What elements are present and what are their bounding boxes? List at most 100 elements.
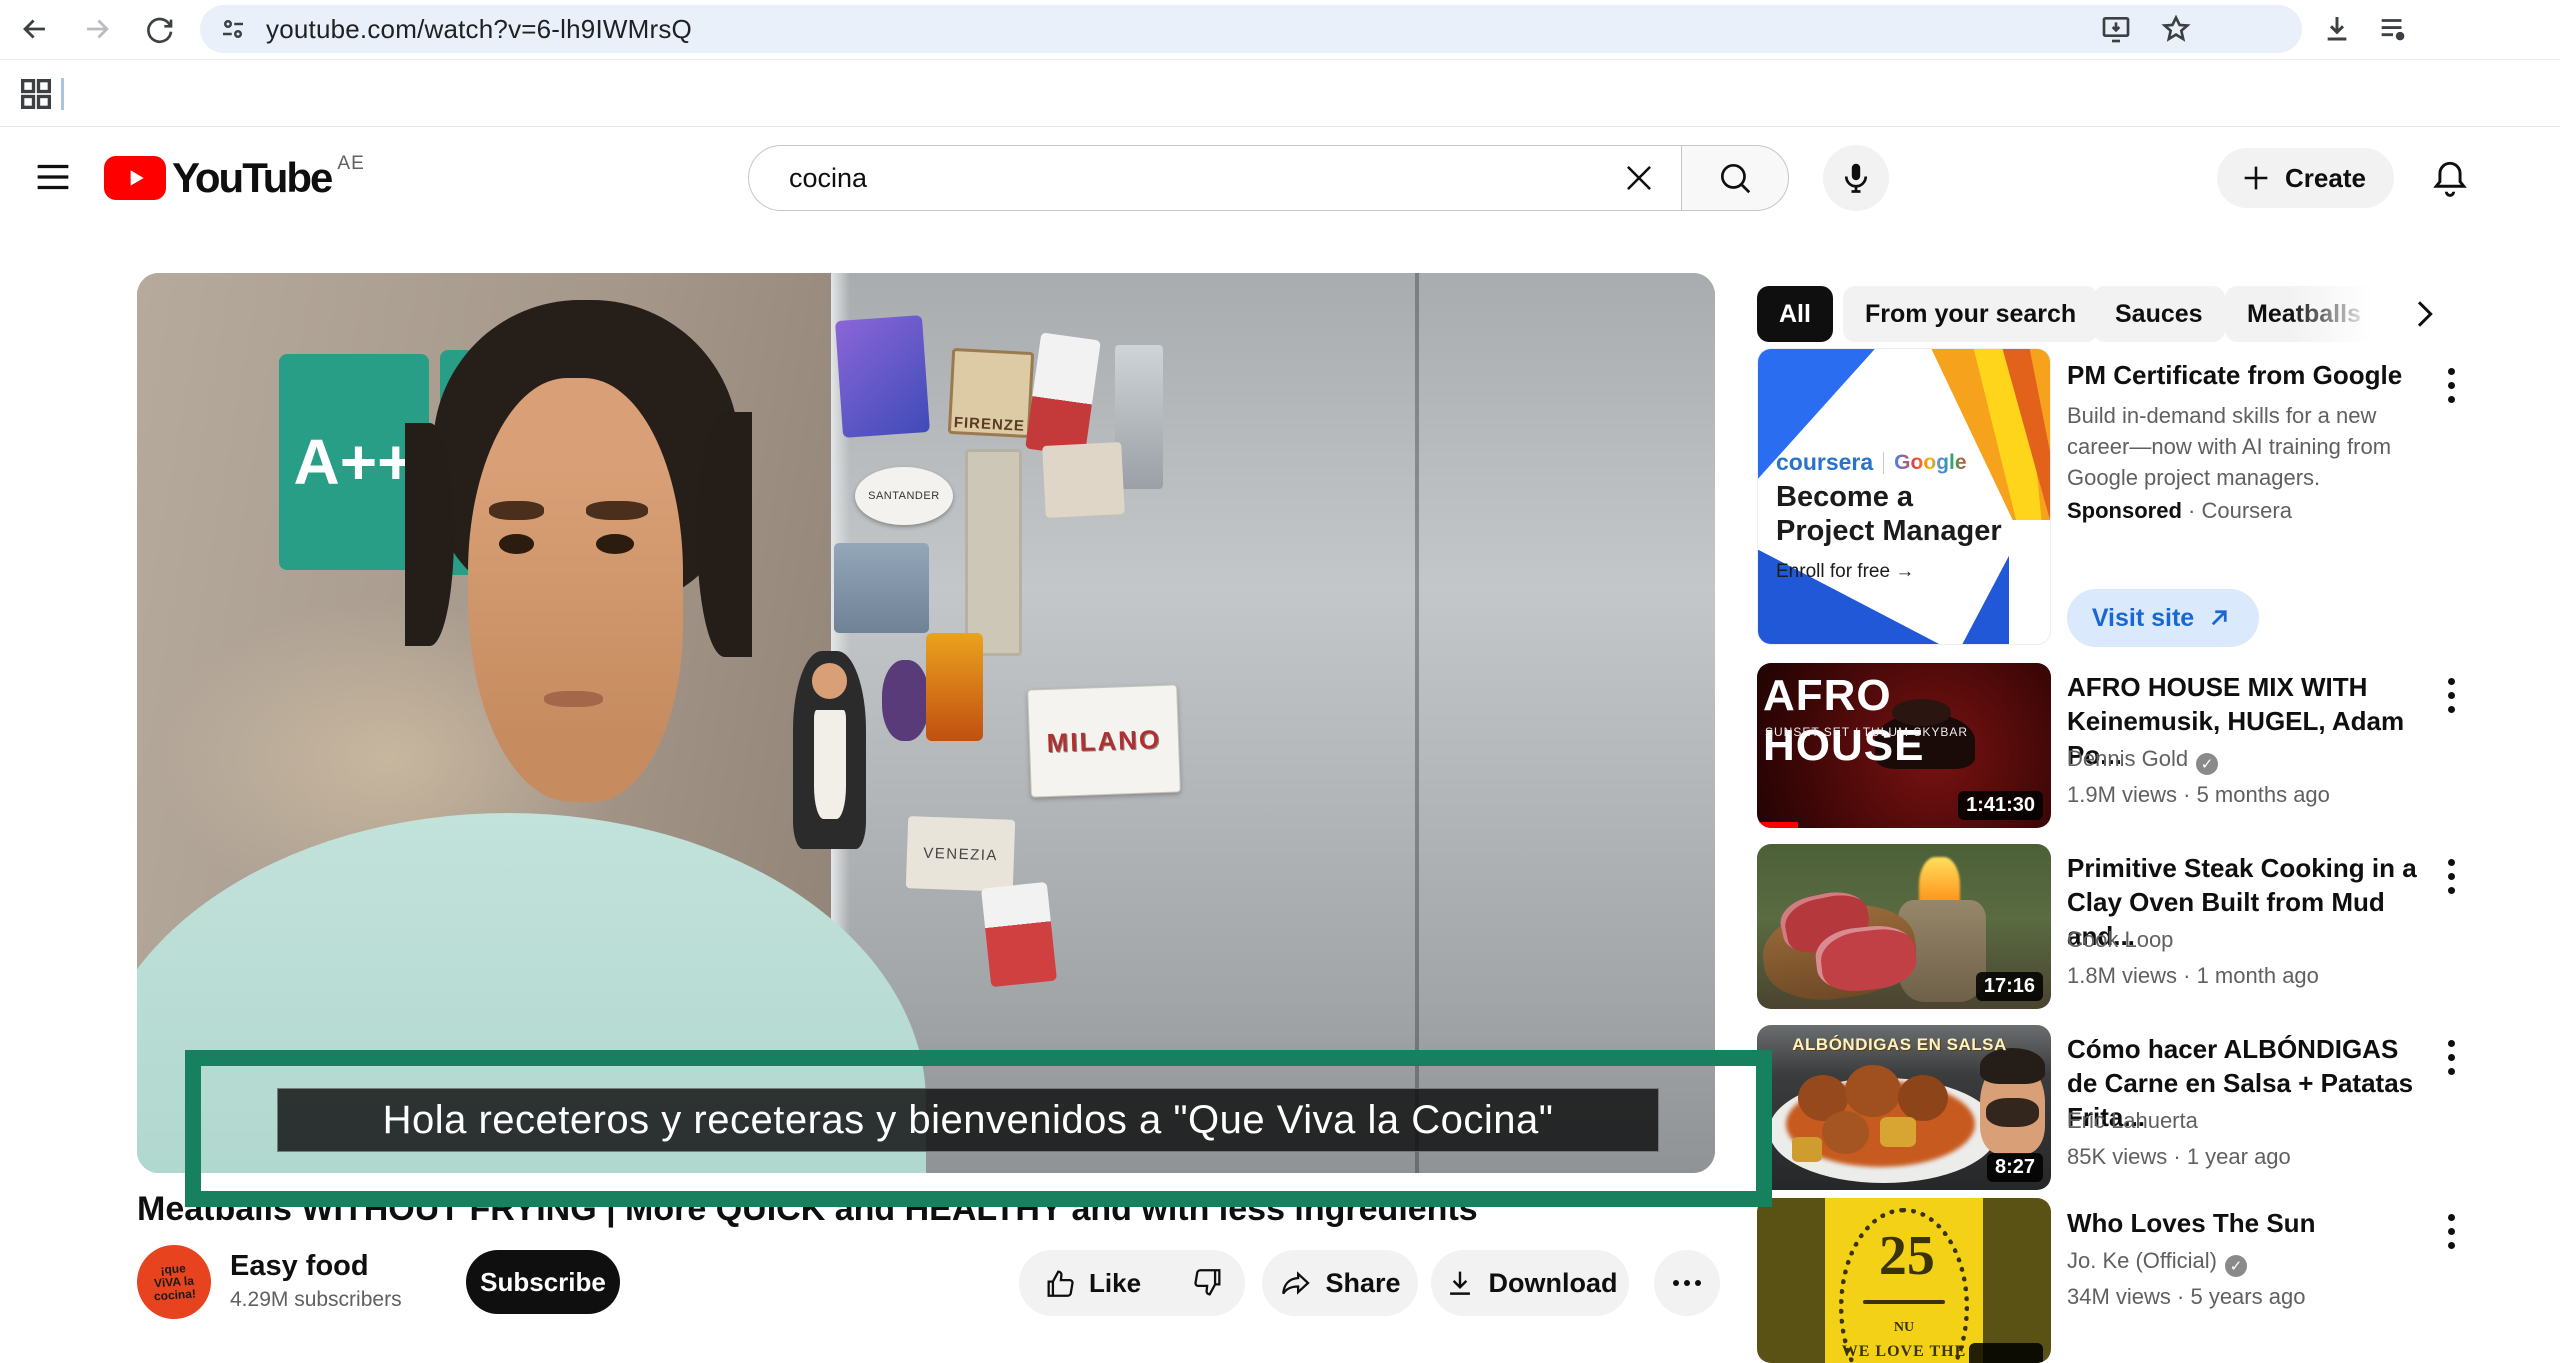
verified-badge-icon: ✓	[2196, 753, 2218, 775]
magnet-venezia: VENEZIA	[906, 816, 1016, 892]
duration-badge: 1:41:30	[1958, 791, 2043, 820]
search-input[interactable]: cocina	[748, 145, 1682, 211]
verified-badge-icon: ✓	[2225, 1255, 2247, 1277]
clear-search-icon[interactable]	[1620, 159, 1658, 197]
browser-toolbar: youtube.com/watch?v=6-lh9IWMrsQ	[0, 0, 2560, 59]
magnet-skyline	[834, 543, 929, 633]
chip-sauces[interactable]: Sauces	[2093, 286, 2225, 342]
reading-list-icon[interactable]	[2372, 8, 2414, 50]
youtube-header: YouTube AE cocina Create	[0, 128, 2560, 228]
video-player[interactable]: A++ Total No FIRENZE SANTANDER MILANO VE…	[137, 273, 1715, 1173]
ad-sponsored-line: Sponsored · Coursera	[2067, 498, 2292, 524]
suggested-meta-1: 1.9M views · 5 months ago	[2067, 782, 2330, 808]
suggested-channel-1[interactable]: Dennis Gold✓	[2067, 746, 2218, 772]
dislike-button[interactable]	[1165, 1250, 1251, 1316]
magnet-santander: SANTANDER	[855, 467, 953, 526]
suggested-thumbnail-2[interactable]: 17:16	[1757, 844, 2051, 1009]
ad-description: Build in-demand skills for a new career—…	[2067, 400, 2397, 493]
ad-headline-1: Become a	[1776, 481, 1913, 514]
suggested-meta-2: 1.8M views · 1 month ago	[2067, 963, 2319, 989]
watch-progress-bar	[1757, 822, 1798, 828]
like-button[interactable]: Like	[1019, 1250, 1165, 1316]
more-actions-button[interactable]	[1654, 1250, 1720, 1316]
magnet-roma	[1043, 442, 1126, 518]
suggested-thumbnail-1[interactable]: AFRO HOUSE SUNSET SET / TULUM SKYBAR 1:4…	[1757, 663, 2051, 828]
search-icon	[1716, 159, 1754, 197]
search-button[interactable]	[1681, 145, 1789, 211]
bookmarks-bar	[0, 59, 2560, 127]
youtube-logo[interactable]: YouTube AE	[104, 154, 365, 202]
downloads-icon[interactable]	[2316, 8, 2358, 50]
apps-grid-icon[interactable]	[16, 74, 56, 114]
forward-icon[interactable]	[76, 8, 118, 50]
suggested-thumbnail-3[interactable]: ALBÓNDIGAS EN SALSA 8:27	[1757, 1025, 2051, 1190]
share-icon	[1279, 1266, 1313, 1300]
site-settings-icon[interactable]	[218, 14, 248, 44]
chips-chevron-right-icon[interactable]	[2404, 294, 2444, 334]
suggested-meta-3: 85K views · 1 year ago	[2067, 1144, 2291, 1170]
ad-title[interactable]: PM Certificate from Google	[2067, 358, 2407, 392]
voice-search-button[interactable]	[1823, 145, 1889, 211]
hamburger-menu-icon[interactable]	[30, 154, 76, 200]
download-icon	[1443, 1266, 1477, 1300]
mic-icon	[1838, 160, 1874, 196]
suggested-kebab-3[interactable]	[2448, 1040, 2456, 1075]
duration-badge-cut	[1969, 1343, 2043, 1363]
suggested-channel-3[interactable]: Eric Lahuerta	[2067, 1108, 2198, 1134]
subscribe-button[interactable]: Subscribe	[466, 1250, 620, 1314]
suggested-channel-2[interactable]: Cook Loop	[2067, 927, 2173, 953]
ad-kebab-icon[interactable]	[2448, 368, 2456, 403]
plus-icon	[2239, 161, 2273, 195]
youtube-play-icon	[104, 156, 166, 200]
magnet-strip	[965, 449, 1022, 656]
url-text: youtube.com/watch?v=6-lh9IWMrsQ	[266, 14, 692, 45]
duration-badge: 8:27	[1987, 1153, 2043, 1182]
ad-thumbnail[interactable]: coursera Google Become a Project Manager…	[1757, 348, 2051, 645]
suggested-title-4[interactable]: Who Loves The Sun	[2067, 1206, 2417, 1240]
magnet-firenze: FIRENZE	[947, 347, 1033, 437]
suggested-kebab-2[interactable]	[2448, 859, 2456, 894]
suggested-channel-4[interactable]: Jo. Ke (Official)✓	[2067, 1248, 2247, 1274]
thumbs-down-icon	[1191, 1266, 1225, 1300]
bookmark-favicon-placeholder	[61, 78, 64, 110]
create-label: Create	[2285, 163, 2366, 194]
create-button[interactable]: Create	[2217, 148, 2394, 208]
annotation-highlight-box	[185, 1050, 1772, 1207]
like-dislike-group: Like	[1019, 1250, 1245, 1316]
suggested-kebab-1[interactable]	[2448, 678, 2456, 713]
bookmark-star-icon[interactable]	[2160, 13, 2192, 45]
channel-avatar[interactable]: ¡que ViVA la cocina!	[135, 1243, 214, 1322]
magnet-grapes	[882, 660, 929, 741]
magnet-utensil	[1115, 345, 1162, 489]
notifications-bell-icon[interactable]	[2428, 156, 2472, 200]
reload-icon[interactable]	[138, 8, 180, 50]
youtube-wordmark: YouTube	[172, 154, 331, 202]
channel-name[interactable]: Easy food	[230, 1250, 369, 1283]
chip-all[interactable]: All	[1757, 286, 1833, 342]
google-logo: Google	[1894, 451, 1966, 475]
search-query-text: cocina	[789, 163, 1620, 194]
fridge-seam	[1415, 273, 1419, 1173]
download-button[interactable]: Download	[1431, 1250, 1629, 1316]
person-head	[405, 300, 752, 858]
magnet-ship	[981, 882, 1057, 987]
ad-cta[interactable]: Enroll for free →	[1776, 561, 1914, 583]
coursera-logo: coursera	[1776, 449, 1873, 476]
channel-subscribers: 4.29M subscribers	[230, 1288, 402, 1312]
magnet-orange	[926, 633, 983, 741]
chip-from-your-search[interactable]: From your search	[1843, 286, 2098, 342]
visit-site-button[interactable]: Visit site	[2067, 589, 2259, 647]
suggested-thumbnail-4[interactable]: 25 NU WE LOVE THE SUN	[1757, 1198, 2051, 1363]
url-bar[interactable]: youtube.com/watch?v=6-lh9IWMrsQ	[200, 5, 2302, 53]
country-badge: AE	[337, 153, 364, 175]
back-icon[interactable]	[14, 8, 56, 50]
suggested-kebab-4[interactable]	[2448, 1214, 2456, 1249]
install-icon[interactable]	[2100, 13, 2132, 45]
external-arrow-icon	[2204, 603, 2234, 633]
thumbs-up-icon	[1043, 1266, 1077, 1300]
chips-fade	[2290, 284, 2400, 344]
share-button[interactable]: Share	[1262, 1250, 1418, 1316]
duration-badge: 17:16	[1976, 972, 2043, 1001]
magnet-purple	[835, 315, 930, 438]
ad-headline-2: Project Manager	[1776, 515, 2002, 548]
